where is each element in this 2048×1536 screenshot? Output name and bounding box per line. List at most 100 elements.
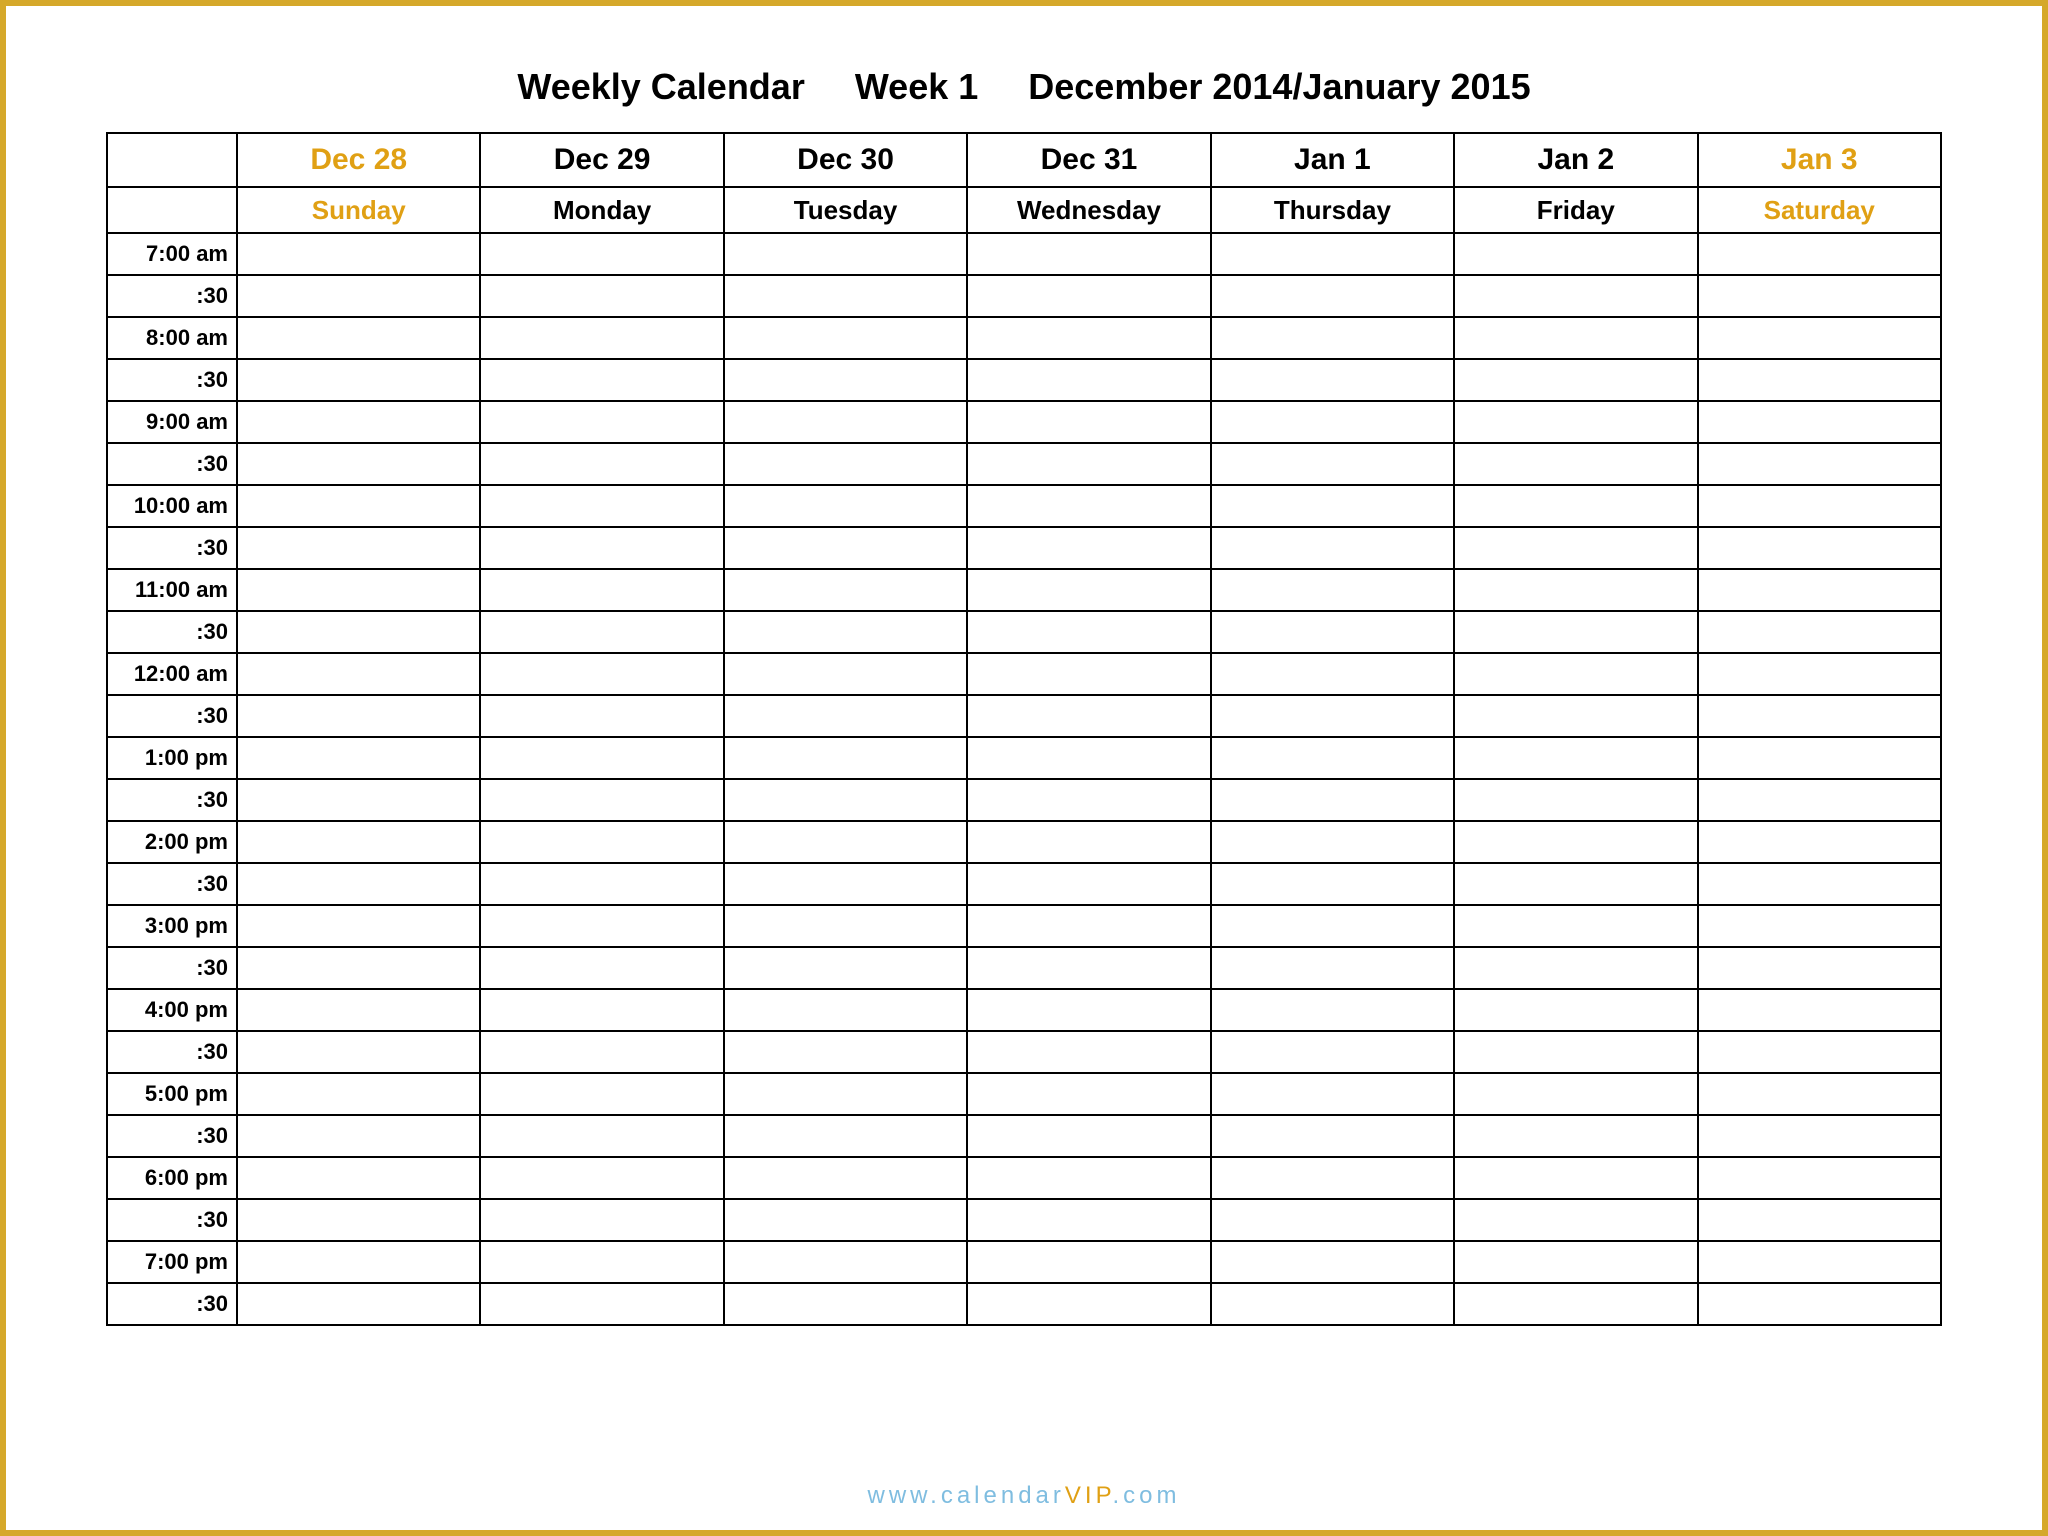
calendar-cell[interactable] (1211, 1157, 1454, 1199)
calendar-cell[interactable] (724, 779, 967, 821)
calendar-cell[interactable] (724, 1073, 967, 1115)
calendar-cell[interactable] (1698, 611, 1941, 653)
calendar-cell[interactable] (1454, 737, 1697, 779)
calendar-cell[interactable] (1211, 947, 1454, 989)
calendar-cell[interactable] (1211, 821, 1454, 863)
calendar-cell[interactable] (967, 989, 1210, 1031)
calendar-cell[interactable] (967, 1031, 1210, 1073)
calendar-cell[interactable] (1454, 653, 1697, 695)
calendar-cell[interactable] (1454, 527, 1697, 569)
calendar-cell[interactable] (237, 569, 480, 611)
calendar-cell[interactable] (1698, 905, 1941, 947)
calendar-cell[interactable] (480, 443, 723, 485)
calendar-cell[interactable] (237, 821, 480, 863)
calendar-cell[interactable] (480, 695, 723, 737)
calendar-cell[interactable] (1454, 989, 1697, 1031)
calendar-cell[interactable] (1698, 653, 1941, 695)
calendar-cell[interactable] (724, 611, 967, 653)
calendar-cell[interactable] (480, 1241, 723, 1283)
calendar-cell[interactable] (967, 1199, 1210, 1241)
calendar-cell[interactable] (1211, 611, 1454, 653)
calendar-cell[interactable] (1211, 695, 1454, 737)
calendar-cell[interactable] (724, 233, 967, 275)
calendar-cell[interactable] (1211, 1115, 1454, 1157)
calendar-cell[interactable] (1211, 1283, 1454, 1325)
calendar-cell[interactable] (480, 863, 723, 905)
calendar-cell[interactable] (237, 1241, 480, 1283)
calendar-cell[interactable] (237, 401, 480, 443)
calendar-cell[interactable] (1454, 1241, 1697, 1283)
calendar-cell[interactable] (724, 1283, 967, 1325)
calendar-cell[interactable] (1211, 401, 1454, 443)
calendar-cell[interactable] (1698, 443, 1941, 485)
calendar-cell[interactable] (1698, 317, 1941, 359)
calendar-cell[interactable] (724, 1199, 967, 1241)
calendar-cell[interactable] (480, 485, 723, 527)
calendar-cell[interactable] (237, 1073, 480, 1115)
calendar-cell[interactable] (480, 779, 723, 821)
calendar-cell[interactable] (237, 1115, 480, 1157)
calendar-cell[interactable] (1211, 485, 1454, 527)
calendar-cell[interactable] (724, 317, 967, 359)
calendar-cell[interactable] (1454, 359, 1697, 401)
calendar-cell[interactable] (967, 1283, 1210, 1325)
calendar-cell[interactable] (967, 1241, 1210, 1283)
calendar-cell[interactable] (480, 737, 723, 779)
calendar-cell[interactable] (1454, 1073, 1697, 1115)
calendar-cell[interactable] (724, 527, 967, 569)
calendar-cell[interactable] (967, 695, 1210, 737)
calendar-cell[interactable] (1698, 1031, 1941, 1073)
calendar-cell[interactable] (480, 1157, 723, 1199)
calendar-cell[interactable] (1211, 317, 1454, 359)
calendar-cell[interactable] (480, 1199, 723, 1241)
calendar-cell[interactable] (967, 317, 1210, 359)
calendar-cell[interactable] (1211, 1031, 1454, 1073)
calendar-cell[interactable] (237, 863, 480, 905)
calendar-cell[interactable] (480, 905, 723, 947)
calendar-cell[interactable] (1698, 485, 1941, 527)
calendar-cell[interactable] (237, 695, 480, 737)
calendar-cell[interactable] (1698, 695, 1941, 737)
calendar-cell[interactable] (724, 443, 967, 485)
calendar-cell[interactable] (724, 821, 967, 863)
calendar-cell[interactable] (1211, 275, 1454, 317)
calendar-cell[interactable] (1454, 821, 1697, 863)
calendar-cell[interactable] (724, 737, 967, 779)
calendar-cell[interactable] (1454, 611, 1697, 653)
calendar-cell[interactable] (1454, 233, 1697, 275)
calendar-cell[interactable] (724, 905, 967, 947)
calendar-cell[interactable] (967, 653, 1210, 695)
calendar-cell[interactable] (967, 947, 1210, 989)
calendar-cell[interactable] (1454, 275, 1697, 317)
calendar-cell[interactable] (1698, 569, 1941, 611)
calendar-cell[interactable] (237, 233, 480, 275)
calendar-cell[interactable] (1211, 905, 1454, 947)
calendar-cell[interactable] (1454, 1115, 1697, 1157)
calendar-cell[interactable] (480, 947, 723, 989)
calendar-cell[interactable] (237, 1031, 480, 1073)
calendar-cell[interactable] (1698, 275, 1941, 317)
calendar-cell[interactable] (1454, 1199, 1697, 1241)
calendar-cell[interactable] (480, 275, 723, 317)
calendar-cell[interactable] (724, 1115, 967, 1157)
calendar-cell[interactable] (724, 275, 967, 317)
calendar-cell[interactable] (237, 359, 480, 401)
calendar-cell[interactable] (724, 947, 967, 989)
calendar-cell[interactable] (1211, 653, 1454, 695)
calendar-cell[interactable] (480, 1115, 723, 1157)
calendar-cell[interactable] (480, 1031, 723, 1073)
calendar-cell[interactable] (1211, 443, 1454, 485)
calendar-cell[interactable] (1211, 1241, 1454, 1283)
calendar-cell[interactable] (724, 485, 967, 527)
calendar-cell[interactable] (724, 401, 967, 443)
calendar-cell[interactable] (724, 359, 967, 401)
calendar-cell[interactable] (1698, 863, 1941, 905)
calendar-cell[interactable] (480, 527, 723, 569)
calendar-cell[interactable] (724, 569, 967, 611)
calendar-cell[interactable] (1211, 527, 1454, 569)
calendar-cell[interactable] (967, 863, 1210, 905)
calendar-cell[interactable] (1698, 821, 1941, 863)
calendar-cell[interactable] (480, 359, 723, 401)
calendar-cell[interactable] (1698, 779, 1941, 821)
calendar-cell[interactable] (480, 233, 723, 275)
